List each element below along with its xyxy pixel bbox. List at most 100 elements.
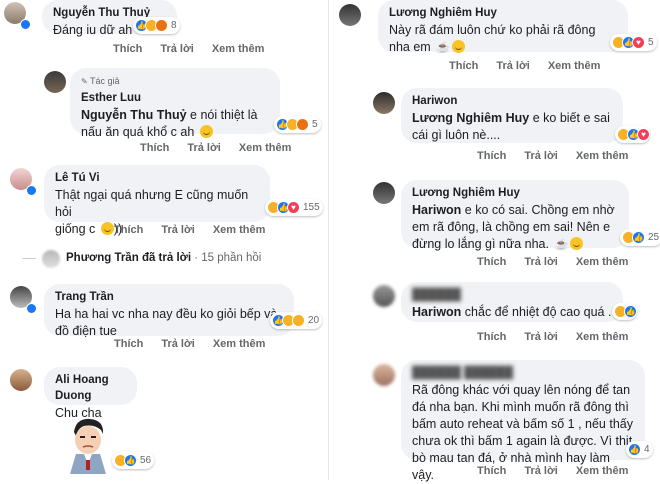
replier-name[interactable]: Phương Trần	[66, 252, 139, 264]
coffee-icon: ☕	[436, 42, 450, 54]
like-link[interactable]: Thích	[114, 338, 143, 350]
see-more-link[interactable]: Xem thêm	[212, 43, 265, 55]
reactions-badge[interactable]: 👍 5	[274, 116, 321, 133]
like-icon: 👍	[632, 231, 645, 244]
avatar[interactable]	[44, 71, 66, 93]
reaction-count: 20	[308, 315, 320, 326]
reactions-badge[interactable]: 👍 20	[270, 312, 323, 329]
like-icon: 👍	[124, 454, 137, 467]
comment-bubble: ✎ Tác giả Esther Luu Nguyễn Thu Thuỷ e n…	[70, 68, 280, 139]
commenter-name[interactable]: Ali Hoang Duong	[55, 372, 126, 404]
reply-thread-line	[22, 258, 36, 259]
comment-actions: Thích Trả lời Xem thêm	[477, 150, 646, 162]
commenter-name[interactable]: Lê Tú Vi	[55, 170, 259, 186]
see-more-link[interactable]: Xem thêm	[576, 256, 629, 268]
avatar[interactable]	[373, 92, 395, 114]
reply-link[interactable]: Trả lời	[187, 142, 221, 154]
comment-actions: Thích Trả lời Xem thêm	[477, 331, 646, 343]
like-link[interactable]: Thích	[113, 43, 142, 55]
reply-link[interactable]: Trả lời	[161, 338, 195, 350]
avatar[interactable]	[373, 182, 395, 204]
reply-link[interactable]: Trả lời	[524, 256, 558, 268]
commenter-name[interactable]: ██████	[412, 287, 612, 303]
angry-icon	[155, 19, 168, 32]
see-more-link[interactable]: Xem thêm	[576, 150, 629, 162]
reaction-count: 8	[171, 20, 177, 31]
comment-text: đá nha bạn. Khi mình muốn rã đông thì	[412, 400, 629, 414]
reactions-badge[interactable]: 👍 4	[626, 441, 653, 458]
smile-emoji-icon	[100, 222, 114, 235]
reactions-badge[interactable]: 👍 56	[112, 452, 155, 469]
reactions-badge[interactable]: 👍 ♥ 5	[610, 34, 657, 51]
comment-actions: Thích Trả lời Xem thêm	[140, 142, 309, 154]
comment-actions: Thích Trả lời Xem thêm	[113, 43, 282, 55]
mention[interactable]: Nguyễn Thu Thuỷ	[81, 108, 187, 122]
reactions-badge[interactable]: 👍 ♥ 155	[265, 199, 323, 216]
commenter-name[interactable]: Lương Nghiêm Huy	[389, 5, 617, 21]
commenter-name[interactable]: Esther Luu	[81, 90, 269, 106]
see-more-link[interactable]: Xem thêm	[213, 224, 266, 236]
coffee-icon: ☕	[554, 239, 569, 251]
reply-link[interactable]: Trả lời	[524, 331, 558, 343]
comment-actions: Thích Trả lời Xem thêm	[477, 256, 646, 268]
reply-link[interactable]: Trả lời	[524, 465, 558, 477]
reaction-count: 155	[303, 202, 320, 213]
like-link[interactable]: Thích	[477, 256, 506, 268]
commenter-name[interactable]: Lương Nghiêm Huy	[412, 185, 618, 201]
comment-text: chưa ok thì bấm 1 again là được. Vì thịt	[412, 434, 633, 448]
see-more-link[interactable]: Xem thêm	[576, 331, 629, 343]
mention[interactable]: Hariwon	[412, 203, 461, 217]
reaction-count: 25	[648, 232, 660, 243]
reactions-badge[interactable]: 👍 ♥	[615, 126, 650, 143]
reply-link[interactable]: Trả lời	[496, 60, 530, 72]
see-more-link[interactable]: Xem thêm	[576, 465, 629, 477]
like-link[interactable]: Thích	[140, 142, 169, 154]
avatar[interactable]	[373, 285, 395, 307]
like-link[interactable]: Thích	[477, 331, 506, 343]
comment-bubble: Lương Nghiêm Huy Hariwon e ko có sai. Ch…	[401, 180, 629, 251]
comment-bubble: Ali Hoang Duong Chu cha	[44, 367, 137, 420]
reaction-count: 56	[140, 455, 152, 466]
angry-icon	[296, 118, 309, 131]
reactions-badge[interactable]: 👍	[612, 303, 637, 320]
avatar[interactable]	[373, 364, 395, 386]
replied-summary[interactable]: Phương Trần đã trả lời · 15 phần hồi	[66, 252, 261, 264]
reply-link[interactable]: Trả lời	[160, 43, 194, 55]
comment-text: Rã đông khác với quay lên nóng để tan	[412, 383, 631, 397]
commenter-name[interactable]: Hariwon	[412, 93, 612, 109]
like-link[interactable]: Thích	[114, 224, 143, 236]
avatar[interactable]	[339, 4, 361, 26]
mention[interactable]: Lương Nghiêm Huy	[412, 111, 529, 125]
comment-text: Này rã đám luôn chứ ko phải rã đông	[389, 23, 596, 37]
comment-text: chắc để nhiệt độ cao quá .	[461, 305, 612, 319]
reactions-badge[interactable]: 👍 25	[620, 229, 660, 246]
like-link[interactable]: Thích	[477, 150, 506, 162]
cartoon-sticker-icon	[70, 418, 106, 474]
like-icon: 👍	[628, 443, 641, 456]
comment-bubble: Hariwon Lương Nghiêm Huy e ko biết e sai…	[401, 88, 623, 143]
see-more-link[interactable]: Xem thêm	[239, 142, 292, 154]
verified-badge	[20, 19, 31, 30]
pen-icon: ✎	[81, 77, 88, 86]
like-link[interactable]: Thích	[477, 465, 506, 477]
commenter-name[interactable]: ██████ ██████	[412, 365, 634, 381]
reply-link[interactable]: Trả lời	[161, 224, 195, 236]
commenter-name[interactable]: Trang Trần	[55, 289, 283, 305]
reply-link[interactable]: Trả lời	[524, 150, 558, 162]
see-more-link[interactable]: Xem thêm	[548, 60, 601, 72]
reaction-count: 4	[644, 444, 650, 455]
comment-bubble: ██████ Hariwon chắc để nhiệt độ cao quá …	[401, 282, 623, 322]
avatar[interactable]	[10, 369, 32, 391]
reactions-badge[interactable]: 👍 8	[133, 17, 180, 34]
verified-badge	[26, 303, 37, 314]
crying-emoji-icon	[199, 125, 213, 138]
mention[interactable]: Hariwon	[412, 305, 461, 319]
comment-text: bấm auto reheat và bấm số 1 , nếu thấy	[412, 417, 633, 431]
like-icon: 👍	[624, 305, 637, 318]
like-link[interactable]: Thích	[449, 60, 478, 72]
love-icon: ♥	[287, 201, 300, 214]
avatar[interactable]	[42, 250, 60, 268]
comment-actions: Thích Trả lời Xem thêm	[477, 465, 646, 477]
comment-bubble: Trang Trần Ha ha hai vc nha nay đều ko g…	[44, 284, 294, 338]
see-more-link[interactable]: Xem thêm	[213, 338, 266, 350]
